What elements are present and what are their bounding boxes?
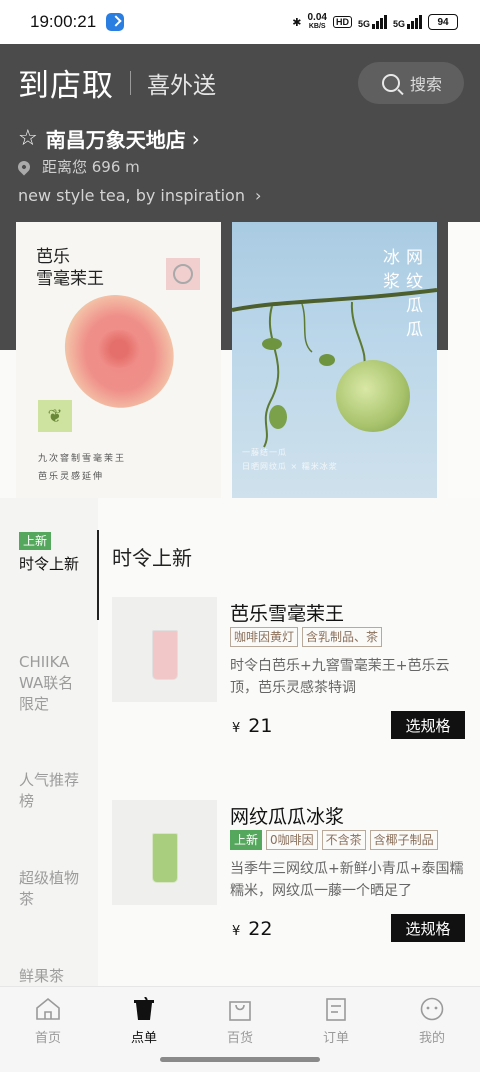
status-time: 19:00:21 [30, 12, 97, 31]
brand-stamp-icon [166, 258, 200, 290]
category-fruit-tea[interactable]: 鲜果茶 [19, 966, 83, 987]
search-icon [382, 74, 400, 92]
product-description: 时令白芭乐+九窨雪毫茉王+芭乐云顶，芭乐灵感茶特调 [230, 658, 450, 696]
melon-image [336, 360, 410, 432]
order-list-icon [326, 998, 346, 1021]
banner-guava[interactable]: 芭乐 雪毫茉王 ❦ 九次窨制雪毫茉王 芭乐灵感延伸 [16, 222, 221, 498]
product-tag: 咖啡因黄灯 [230, 627, 299, 647]
store-distance: 距离您 696 m [15, 156, 140, 177]
category-sidebar: 上新 时令上新 CHIIKAWA联名限定 人气推荐榜 超级植物茶 鲜果茶 [0, 498, 98, 986]
cup-icon [134, 997, 154, 1020]
search-label: 搜索 [410, 75, 443, 94]
tab-delivery[interactable]: 喜外送 [147, 66, 216, 100]
nav-home[interactable]: 首页 [18, 997, 78, 1046]
product-tag: 含乳制品、茶 [302, 627, 383, 647]
category-label: CHIIKAWA联名限定 [19, 653, 74, 713]
app-notification-icon [106, 13, 125, 31]
product-tag: 不含茶 [321, 830, 366, 850]
hd-badge: HD [332, 16, 352, 28]
category-seasonal[interactable]: 上新 时令上新 [19, 530, 83, 575]
category-label: 鲜果茶 [19, 967, 65, 985]
new-badge: 上新 [230, 830, 263, 850]
vine-illustration [232, 288, 437, 448]
choose-spec-button[interactable]: 选规格 [391, 914, 465, 942]
choose-spec-button[interactable]: 选规格 [391, 711, 465, 739]
status-bar: 19:00:21 ✱ 0.04 KB/S HD 5G 5G 94 [0, 0, 480, 44]
profile-face-icon [420, 997, 444, 1021]
drink-cup-image [151, 833, 178, 883]
menu-panel: 上新 时令上新 CHIIKAWA联名限定 人气推荐榜 超级植物茶 鲜果茶 时令上… [0, 498, 480, 986]
nav-order[interactable]: 点单 [114, 997, 174, 1046]
store-selector[interactable]: ☆ 南昌万象天地店 › [18, 124, 200, 153]
product-card[interactable]: 网纹瓜瓜冰浆 上新 0咖啡因 不含茶 含椰子制品 当季牛三网纹瓜+新鲜小青瓜+泰… [112, 800, 468, 945]
category-label: 时令上新 [19, 555, 80, 573]
product-description: 当季牛三网纹瓜+新鲜小青瓜+泰国糯糯米，网纹瓜一藤一个晒足了 [230, 861, 464, 899]
order-mode-tabs: 到店取 喜外送 [18, 60, 216, 105]
category-popular[interactable]: 人气推荐榜 [19, 770, 83, 812]
favorite-star-icon[interactable]: ☆ [18, 126, 38, 151]
nav-profile[interactable]: 我的 [402, 997, 462, 1046]
product-tag: 0咖啡因 [266, 830, 318, 850]
category-label: 超级植物茶 [19, 869, 80, 908]
promo-carousel[interactable]: 芭乐 雪毫茉王 ❦ 九次窨制雪毫茉王 芭乐灵感延伸 冰 浆 网 纹 瓜 瓜 一藤… [16, 222, 480, 498]
product-tags: 咖啡因黄灯 含乳制品、茶 [230, 627, 383, 647]
product-price: ¥21 [232, 715, 273, 737]
slogan-text: new style tea, by inspiration [18, 186, 245, 205]
product-tag: 含椰子制品 [369, 830, 438, 850]
store-name: 南昌万象天地店 [45, 128, 186, 152]
guava-seeds [96, 330, 142, 368]
chevron-right-icon: › [191, 126, 200, 151]
product-name: 网纹瓜瓜冰浆 [230, 806, 345, 828]
banner-title: 芭乐 雪毫茉王 [36, 247, 104, 289]
product-price: ¥22 [232, 918, 273, 940]
distance-text: 距离您 696 m [42, 158, 140, 176]
active-category-indicator [97, 530, 99, 620]
status-indicators: ✱ 0.04 KB/S HD 5G 5G 94 [292, 13, 458, 31]
new-badge: 上新 [19, 532, 52, 550]
drink-cup-image [151, 630, 178, 680]
battery-icon: 94 [428, 14, 458, 30]
product-image[interactable] [112, 597, 217, 702]
product-name: 芭乐雪毫茉王 [230, 603, 345, 625]
brand-slogan-link[interactable]: new style tea, by inspiration › [18, 186, 261, 205]
banner-next-peek[interactable] [448, 222, 480, 498]
location-pin-icon [15, 158, 33, 175]
tab-pickup[interactable]: 到店取 [18, 60, 114, 105]
home-indicator-bar[interactable] [160, 1057, 320, 1062]
category-label: 人气推荐榜 [19, 771, 80, 810]
network-speed: 0.04 KB/S [307, 12, 327, 31]
tea-leaf-icon: ❦ [38, 400, 72, 432]
banner-melon[interactable]: 冰 浆 网 纹 瓜 瓜 一藤结一瓜 日晒网纹瓜 × 糯米冰浆 [232, 222, 437, 498]
shopping-bag-icon [229, 1001, 251, 1021]
chevron-right-icon: › [254, 186, 262, 205]
home-icon [36, 997, 60, 1020]
search-button[interactable]: 搜索 [358, 62, 464, 104]
nav-mall[interactable]: 百货 [210, 997, 270, 1046]
product-image[interactable] [112, 800, 217, 905]
category-chiikawa[interactable]: CHIIKAWA联名限定 [19, 652, 83, 715]
product-card[interactable]: 芭乐雪毫茉王 咖啡因黄灯 含乳制品、茶 时令白芭乐+九窨雪毫茉王+芭乐云顶，芭乐… [112, 597, 468, 742]
nav-orders[interactable]: 订单 [306, 997, 366, 1046]
section-title: 时令上新 [112, 546, 192, 570]
product-tags: 上新 0咖啡因 不含茶 含椰子制品 [230, 830, 438, 850]
signal-icon-2: 5G [393, 15, 422, 29]
banner-caption: 一藤结一瓜 日晒网纹瓜 × 糯米冰浆 [242, 448, 338, 471]
signal-icon: 5G [358, 15, 387, 29]
tab-divider [130, 70, 131, 95]
banner-caption: 九次窨制雪毫茉王 芭乐灵感延伸 [38, 454, 127, 482]
category-plant-tea[interactable]: 超级植物茶 [19, 868, 83, 910]
bluetooth-icon: ✱ [292, 16, 302, 29]
